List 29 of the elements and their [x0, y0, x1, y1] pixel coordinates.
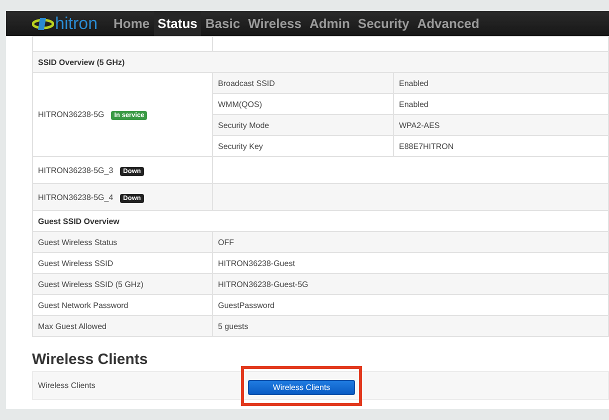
table-cell: Enabled	[394, 72, 608, 94]
section-header: Guest SSID Overview	[32, 210, 608, 232]
row-label: Wireless Clients	[37, 381, 96, 390]
table-cell: Security Key	[212, 136, 394, 156]
nav-tab[interactable]: Admin	[305, 11, 354, 36]
section-heading: Wireless Clients	[32, 351, 149, 368]
table-cell: Broadcast SSID	[212, 72, 394, 94]
table-cell: Guest Wireless SSID (5 GHz)	[32, 274, 212, 294]
table-cell: E88E7HITRON	[394, 136, 608, 156]
table-cell: Guest Wireless Status	[32, 232, 212, 252]
network-name: HITRON36238-5G_3	[38, 166, 114, 174]
table-cell: Security Mode	[212, 114, 394, 136]
network-name: HITRON36238-5G	[38, 110, 104, 119]
nav-tab[interactable]: Wireless	[244, 11, 306, 36]
logo-wordmark: hitron	[55, 15, 98, 32]
swoosh-logo-icon	[32, 16, 54, 30]
nav-tab[interactable]: Advanced	[413, 11, 484, 36]
wireless-clients-button[interactable]: Wireless Clients	[248, 380, 355, 394]
table-cell: WPA2-AES	[394, 114, 608, 136]
table-cell: HITRON36238-Guest-5G	[212, 274, 608, 294]
table-cell: Max Guest Allowed	[32, 316, 212, 336]
table-cell: OFF	[212, 232, 608, 252]
section-header: SSID Overview (5 GHz)	[32, 52, 608, 72]
table-cell: 5 guests	[212, 316, 608, 336]
nav-tab[interactable]: Home	[110, 11, 154, 36]
nav-tab[interactable]: Security	[354, 11, 414, 36]
nav-tab[interactable]: Status	[154, 11, 202, 36]
nav-tab[interactable]: Basic	[201, 11, 244, 36]
network-name: HITRON36238-5G_4	[38, 192, 114, 202]
